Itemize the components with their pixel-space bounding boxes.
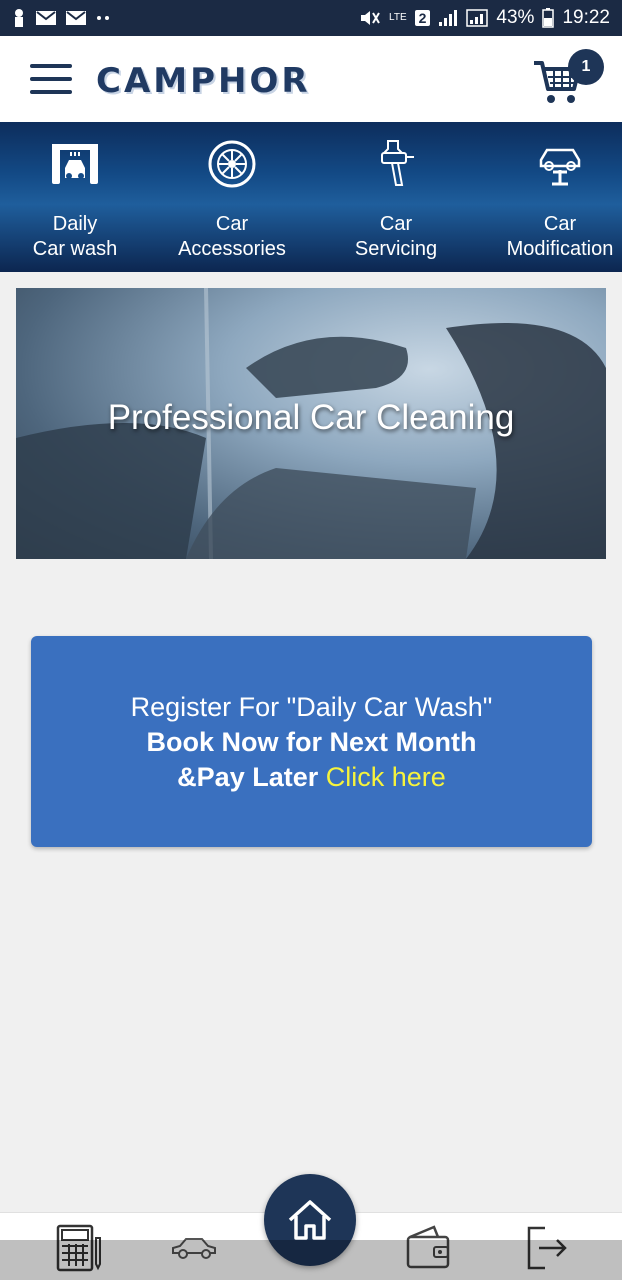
promo-banner[interactable]: Professional Car Cleaning: [16, 288, 606, 559]
category-label: Daily Car wash: [32, 213, 118, 260]
register-pay-later: &Pay Later Click here: [31, 760, 592, 795]
register-subheading: Book Now for Next Month: [146, 727, 477, 757]
gmail-icon: [36, 10, 56, 26]
clock: 19:22: [562, 7, 610, 28]
gmail-icon: [66, 10, 86, 26]
car-lift-icon: [534, 138, 586, 190]
battery-icon: [542, 8, 555, 28]
calculator-button[interactable]: [52, 1223, 104, 1273]
signal-icon: [466, 9, 489, 27]
cart-count-badge: 1: [568, 49, 604, 85]
click-here-link[interactable]: Click here: [326, 762, 446, 792]
category-car-accessories[interactable]: Car Accessories: [150, 122, 314, 272]
pay-later-text: &Pay Later: [177, 762, 319, 792]
volte-icon: LTE: [389, 13, 407, 23]
menu-icon[interactable]: [30, 64, 72, 94]
app-header: CAMPHOR 1: [0, 36, 622, 122]
category-car-modification[interactable]: Car Modification: [478, 122, 622, 272]
wallet-button[interactable]: [402, 1223, 454, 1273]
category-label: Car Accessories: [178, 213, 286, 260]
home-button[interactable]: [264, 1174, 356, 1266]
spray-gun-icon: [370, 138, 422, 190]
category-car-servicing[interactable]: Car Servicing: [314, 122, 478, 272]
register-heading: Register For "Daily Car Wash": [130, 692, 493, 722]
person-icon: [12, 8, 26, 28]
car-wash-icon: [49, 138, 101, 190]
app-logo: CAMPHOR: [96, 61, 311, 101]
car-button[interactable]: [168, 1223, 220, 1273]
calculator-icon: [56, 1224, 101, 1272]
category-label: Car Servicing: [354, 213, 438, 260]
tyre-icon: [206, 138, 258, 190]
cart-button[interactable]: 1: [532, 49, 604, 109]
sim-slot-badge: 2: [414, 10, 431, 26]
car-icon: [172, 1238, 216, 1259]
category-label: Car Modification: [506, 213, 614, 260]
battery-percent: 43%: [496, 7, 535, 28]
logout-icon: [527, 1226, 567, 1270]
network-label: LTE: [389, 12, 407, 23]
mute-icon: [359, 9, 381, 27]
signal-icon: [438, 9, 458, 27]
status-bar: LTE 2 43% 19:22: [0, 0, 622, 36]
category-nav: Daily Car wash Car Accessories Car Servi…: [0, 122, 622, 272]
more-notifications-icon: [96, 15, 110, 21]
home-icon: [288, 1200, 332, 1240]
category-daily-car-wash[interactable]: Daily Car wash: [0, 122, 150, 272]
logout-button[interactable]: [520, 1223, 572, 1273]
register-daily-wash-card[interactable]: Register For "Daily Car Wash" Book Now f…: [31, 636, 592, 847]
banner-title: Professional Car Cleaning: [107, 398, 515, 437]
wallet-icon: [406, 1225, 450, 1269]
